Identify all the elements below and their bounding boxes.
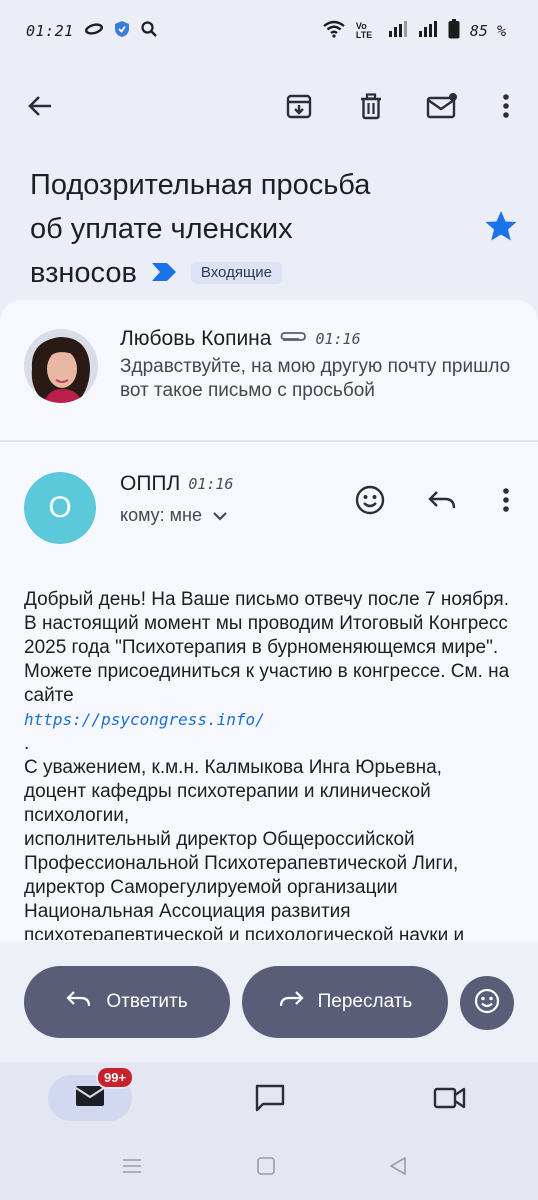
recent-apps-button[interactable] bbox=[118, 1154, 146, 1182]
nav-mail-tab[interactable]: 99+ bbox=[48, 1066, 135, 1121]
message-toolbar bbox=[0, 80, 538, 136]
sender-name: Любовь Копина bbox=[120, 327, 272, 350]
signature-line-1: С уважением, к.м.н. Калмыкова Инга Юрьев… bbox=[24, 757, 442, 778]
chevron-down-icon bbox=[212, 505, 228, 526]
message-time: 01:16 bbox=[188, 475, 234, 493]
search-icon bbox=[140, 20, 158, 43]
triangle-back-icon bbox=[388, 1156, 408, 1181]
star-icon bbox=[484, 211, 518, 247]
more-vertical-icon bbox=[502, 486, 510, 519]
recipient-label: кому: мне bbox=[120, 505, 202, 525]
nav-meet-tab[interactable] bbox=[430, 1080, 470, 1120]
subject-line-3-row: взносов Входящие bbox=[30, 251, 450, 295]
sender-avatar-letter: О bbox=[24, 472, 96, 544]
battery-percent: 85 % bbox=[469, 22, 506, 40]
shield-icon bbox=[114, 20, 130, 43]
message-actions bbox=[350, 482, 530, 522]
signal-icon-1 bbox=[388, 20, 408, 43]
more-options-button[interactable] bbox=[486, 88, 526, 128]
signal-icon-2 bbox=[418, 20, 438, 43]
reply-label: Ответить bbox=[106, 991, 188, 1012]
menu-lines-icon bbox=[121, 1157, 143, 1180]
arrow-left-icon bbox=[26, 92, 54, 125]
archive-button[interactable] bbox=[279, 88, 319, 128]
message-divider bbox=[0, 440, 538, 442]
recipient-details-toggle[interactable]: кому: мне bbox=[120, 505, 228, 526]
status-right: Vo LTE 85 % bbox=[322, 18, 506, 44]
reaction-button[interactable] bbox=[460, 976, 514, 1030]
nav-chat-tab[interactable] bbox=[250, 1080, 290, 1120]
message-more-button[interactable] bbox=[486, 482, 526, 522]
back-button[interactable] bbox=[20, 88, 60, 128]
mark-unread-button[interactable] bbox=[422, 88, 462, 128]
bottom-navigation: 99+ bbox=[0, 1062, 538, 1134]
sender-row-2: ОППЛ 01:16 bbox=[120, 472, 233, 496]
attachment-icon bbox=[279, 330, 307, 349]
mail-unread-icon bbox=[426, 92, 458, 125]
emoji-icon bbox=[354, 484, 386, 521]
forward-button[interactable]: Переслать bbox=[242, 966, 448, 1038]
status-time: 01:21 bbox=[26, 22, 74, 40]
signature-line-3: исполнительный директор Общероссийской П… bbox=[24, 829, 459, 874]
battery-icon bbox=[448, 18, 460, 44]
forward-label: Переслать bbox=[317, 991, 413, 1012]
body-dot: . bbox=[24, 733, 30, 754]
signature-line-4: директор Саморегулируемой организации На… bbox=[24, 877, 465, 940]
sender-row-1: Любовь Копина 01:16 bbox=[120, 327, 361, 351]
forward-icon bbox=[278, 989, 304, 1015]
subject-line-2: об уплате членских bbox=[30, 213, 293, 245]
delete-button[interactable] bbox=[351, 88, 391, 128]
signature-line-2: доцент кафедры психотерапии и клиническо… bbox=[24, 781, 431, 826]
chat-icon bbox=[254, 1083, 286, 1118]
inbox-label-chip[interactable]: Входящие bbox=[190, 262, 283, 284]
archive-icon bbox=[285, 92, 313, 125]
volte-icon: Vo LTE bbox=[355, 21, 373, 40]
home-button[interactable] bbox=[252, 1154, 280, 1182]
system-navigation bbox=[0, 1134, 538, 1200]
more-vertical-icon bbox=[502, 92, 510, 125]
message-body: Добрый день! На Ваше письмо отвечу после… bbox=[24, 588, 524, 940]
reply-icon bbox=[427, 488, 457, 517]
unread-count-badge: 99+ bbox=[96, 1066, 135, 1089]
reply-icon-button[interactable] bbox=[422, 482, 462, 522]
add-reaction-button[interactable] bbox=[350, 482, 390, 522]
video-camera-icon bbox=[433, 1085, 467, 1116]
sender-name: ОППЛ bbox=[120, 472, 181, 495]
status-bar: 01:21 Vo LTE 85 % bbox=[0, 0, 538, 62]
system-back-button[interactable] bbox=[384, 1154, 412, 1182]
subject-line-1: Подозрительная просьба bbox=[30, 169, 371, 201]
loop-icon bbox=[84, 22, 104, 40]
importance-marker-icon bbox=[151, 251, 177, 295]
mail-icon bbox=[75, 1084, 105, 1113]
congress-link[interactable]: https://psycongress.info/ bbox=[24, 710, 265, 729]
message-snippet: Здравствуйте, на мою другую почту пришло… bbox=[120, 356, 511, 401]
star-button[interactable] bbox=[484, 209, 520, 245]
wifi-icon bbox=[322, 20, 346, 43]
subject-line-3: взносов bbox=[30, 257, 137, 289]
body-paragraph: Добрый день! На Ваше письмо отвечу после… bbox=[24, 589, 510, 706]
reply-icon bbox=[66, 989, 92, 1015]
emoji-icon bbox=[473, 987, 501, 1020]
status-left: 01:21 bbox=[26, 20, 158, 43]
reply-button[interactable]: Ответить bbox=[24, 966, 230, 1038]
trash-icon bbox=[357, 92, 385, 125]
message-time: 01:16 bbox=[315, 330, 361, 348]
email-subject: Подозрительная просьба об уплате членски… bbox=[30, 163, 450, 295]
square-icon bbox=[256, 1156, 276, 1181]
sender-avatar-photo bbox=[24, 329, 98, 403]
